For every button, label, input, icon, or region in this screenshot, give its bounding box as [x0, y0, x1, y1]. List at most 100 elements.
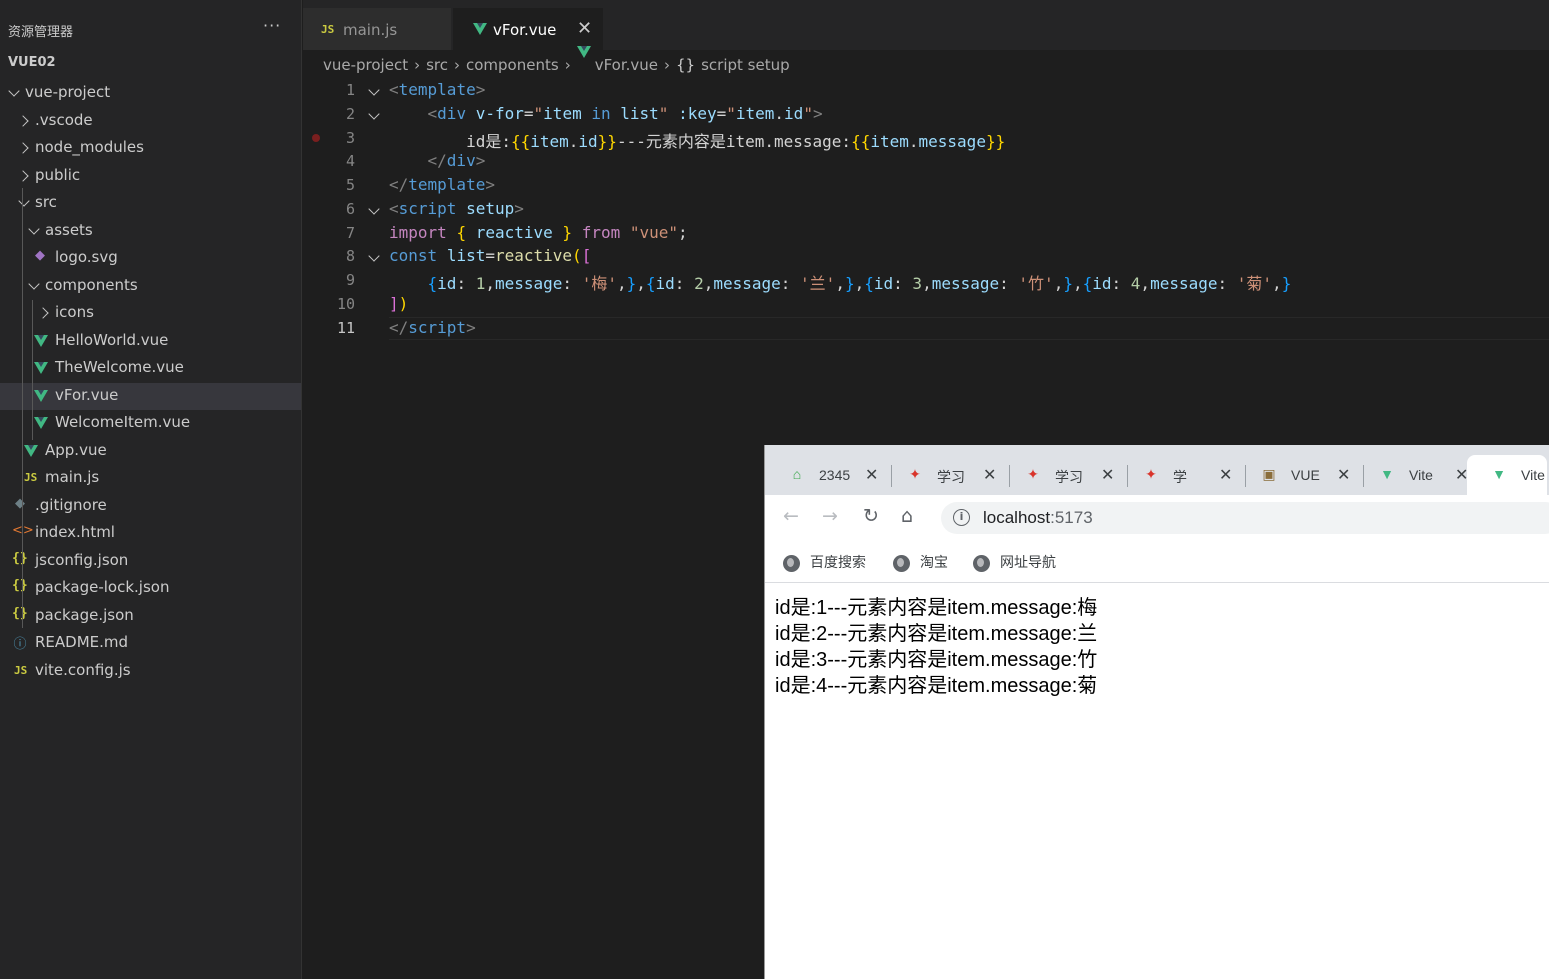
- breakpoint-icon[interactable]: [312, 134, 320, 142]
- tree-item-label: README.md: [35, 633, 129, 651]
- fold-chevron-icon[interactable]: [368, 250, 380, 262]
- close-tab-icon[interactable]: ✕: [983, 465, 996, 485]
- json-file-icon: {}: [12, 578, 28, 593]
- tree-item-label: .vscode: [35, 110, 93, 129]
- rendered-line: id是:1---元素内容是item.message:梅: [775, 597, 1098, 619]
- close-tab-icon[interactable]: ✕: [865, 465, 878, 485]
- tree-item[interactable]: <>index.html: [0, 520, 301, 547]
- tree-item-label: icons: [55, 303, 94, 321]
- breadcrumb: vue-project › src › components › vFor.vue › {} sc…: [323, 46, 790, 78]
- vue-file-icon: [34, 417, 48, 429]
- tree-item-label: src: [35, 193, 57, 211]
- tree-item-label: vue-project: [25, 83, 111, 101]
- fold-chevron-icon[interactable]: [368, 84, 380, 96]
- tree-item[interactable]: vue-project: [0, 80, 301, 107]
- tree-item[interactable]: vFor.vue: [0, 382, 301, 410]
- tree-item[interactable]: WelcomeItem.vue: [0, 410, 301, 437]
- site-info-icon[interactable]: i: [953, 509, 970, 526]
- vue-image-icon: ▣: [1262, 466, 1276, 482]
- tab-main-js[interactable]: JS main.js: [303, 8, 451, 50]
- browser-tab-label: VUE: [1291, 467, 1320, 483]
- tree-item[interactable]: node_modules: [0, 135, 301, 162]
- tree-item[interactable]: .vscode: [0, 108, 301, 135]
- bookmark-taobao[interactable]: 淘宝: [893, 552, 948, 572]
- tree-item-label: logo.svg: [55, 248, 118, 266]
- more-actions-icon[interactable]: ···: [263, 16, 281, 35]
- breadcrumb-item[interactable]: vFor.vue: [595, 56, 658, 74]
- fold-chevron-icon[interactable]: [368, 108, 380, 120]
- study-icon: ✦: [909, 466, 921, 482]
- breadcrumb-item[interactable]: script setup: [701, 56, 790, 74]
- line-number: 7: [345, 224, 355, 242]
- code-line-6: <script setup>: [389, 199, 524, 218]
- tree-item[interactable]: TheWelcome.vue: [0, 355, 301, 382]
- forward-arrow-icon[interactable]: →: [822, 505, 838, 527]
- breadcrumb-item[interactable]: src: [426, 56, 448, 74]
- tree-item[interactable]: icons: [0, 300, 301, 327]
- breadcrumb-item[interactable]: vue-project: [323, 56, 408, 74]
- browser-tab-label: 学习: [937, 469, 965, 485]
- home-icon[interactable]: ⌂: [901, 505, 913, 527]
- json-file-icon: {}: [12, 550, 28, 566]
- line-number: 2: [345, 105, 355, 123]
- tree-item[interactable]: App.vue: [0, 438, 301, 465]
- tree-item-label: assets: [45, 220, 93, 239]
- tree-item[interactable]: {} jsconfig.json: [0, 548, 301, 575]
- close-tab-icon[interactable]: ✕: [1101, 465, 1114, 485]
- code-line-1: <template>: [389, 80, 486, 99]
- tree-item-label: vite.config.js: [35, 660, 131, 679]
- chevron-down-icon: [28, 277, 40, 290]
- tree-item[interactable]: ◆ .gitignore: [0, 493, 301, 520]
- tree-item[interactable]: ◆ logo.svg: [0, 245, 301, 272]
- browser-tab[interactable]: ⌂ 2345 ✕: [765, 455, 883, 495]
- globe-icon: [783, 554, 800, 572]
- bookmarks-bar: 百度搜索 淘宝 网址导航: [765, 547, 1549, 583]
- chevron-right-icon: [17, 114, 29, 127]
- tree-item[interactable]: src: [0, 190, 301, 217]
- browser-tab[interactable]: ✦ 学习 ✕: [883, 455, 1001, 495]
- chevron-down-icon: [18, 195, 30, 207]
- browser-toolbar: ← → ↻ ⌂ i localhost:5173: [765, 495, 1549, 537]
- workspace-root[interactable]: VUE02: [0, 52, 301, 79]
- tree-item[interactable]: {} package-lock.json: [0, 575, 301, 602]
- tree-item[interactable]: ⓘ README.md: [0, 630, 301, 657]
- line-number: 3: [345, 129, 355, 147]
- code-line-7: import { reactive } from "vue";: [389, 223, 688, 242]
- line-number: 11: [336, 319, 355, 337]
- reload-icon[interactable]: ↻: [863, 505, 879, 527]
- code-line-8: const list=reactive([: [389, 246, 592, 265]
- js-icon: JS: [321, 23, 335, 36]
- symbol-braces-icon: {}: [676, 56, 696, 74]
- tree-item[interactable]: HelloWorld.vue: [0, 328, 301, 355]
- back-arrow-icon[interactable]: ←: [783, 505, 799, 527]
- code-line-9: {id: 1,message: '梅',},{id: 2,message: '兰…: [427, 274, 1292, 293]
- browser-tab[interactable]: ✦ 学 ✕: [1119, 455, 1237, 495]
- close-tab-icon[interactable]: ✕: [577, 18, 592, 39]
- tree-item[interactable]: components: [0, 273, 301, 300]
- rendered-line: id是:3---元素内容是item.message:竹: [775, 649, 1098, 671]
- tree-item[interactable]: JS main.js: [0, 465, 301, 492]
- rendered-line: id是:4---元素内容是item.message:菊: [775, 675, 1098, 697]
- globe-icon: [893, 554, 910, 572]
- tree-item-label: index.html: [35, 523, 115, 541]
- chevron-right-icon: [17, 169, 29, 182]
- browser-tab[interactable]: ▣ VUE ✕: [1237, 455, 1355, 495]
- line-number: 1: [345, 81, 355, 99]
- close-tab-icon[interactable]: ✕: [1337, 465, 1350, 485]
- browser-tab[interactable]: ▼ Vite: [1467, 455, 1547, 495]
- address-bar[interactable]: i localhost:5173: [941, 502, 1549, 534]
- browser-tab[interactable]: ✦ 学习 ✕: [1001, 455, 1119, 495]
- fold-chevron-icon[interactable]: [368, 203, 380, 215]
- tree-item[interactable]: {} package.json: [0, 603, 301, 630]
- bookmark-baidu[interactable]: 百度搜索: [783, 552, 866, 572]
- tree-item[interactable]: assets: [0, 218, 301, 245]
- tree-item[interactable]: JS vite.config.js: [0, 658, 301, 685]
- rendered-line: id是:2---元素内容是item.message:兰: [775, 623, 1098, 645]
- tree-item-label: HelloWorld.vue: [55, 330, 169, 349]
- close-tab-icon[interactable]: ✕: [1219, 465, 1232, 485]
- tree-item[interactable]: public: [0, 163, 301, 190]
- breadcrumb-item[interactable]: components: [466, 56, 559, 74]
- browser-tab[interactable]: ▼ Vite ✕: [1355, 455, 1473, 495]
- bookmark-nav[interactable]: 网址导航: [973, 552, 1056, 572]
- tab-vfor-vue[interactable]: vFor.vue ✕: [453, 8, 603, 50]
